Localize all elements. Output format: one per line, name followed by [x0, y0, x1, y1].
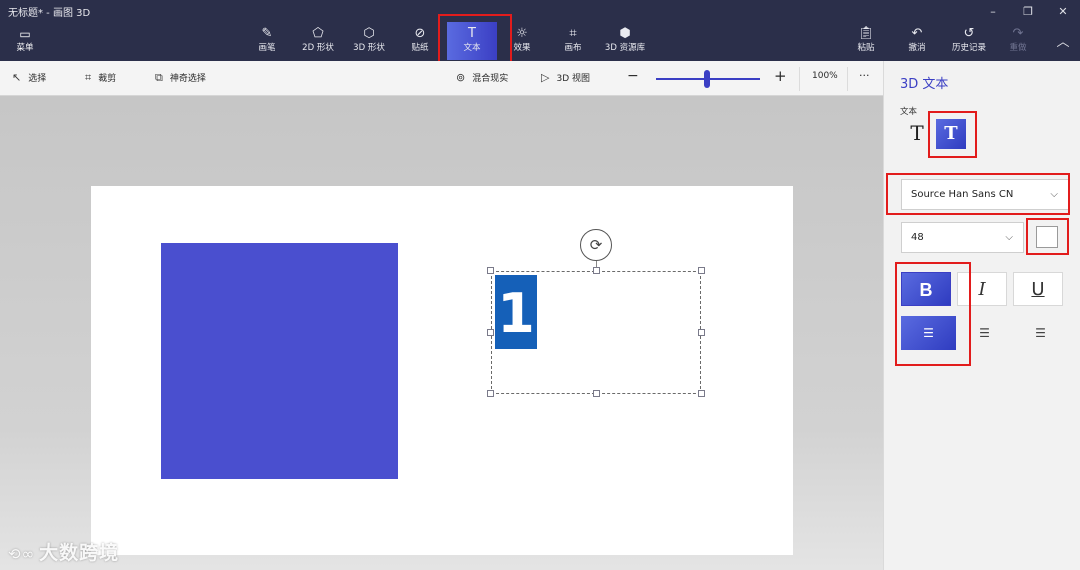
mixed-reality-icon: ⊚ [456, 71, 466, 84]
clipboard-icon: 📋︎ [857, 26, 875, 41]
resize-handle[interactable] [593, 390, 600, 397]
more-options-button[interactable]: ··· [859, 69, 870, 82]
library-icon: ⬢ [619, 26, 631, 41]
2d-text-button[interactable]: T [904, 121, 930, 151]
resize-handle[interactable] [487, 390, 494, 397]
highlight-3d-text-button [928, 111, 977, 158]
align-right-icon: ☰ [1035, 326, 1046, 340]
highlight-color-swatch [1026, 218, 1069, 255]
select-tool[interactable]: ↖ 选择 [12, 71, 46, 84]
magic-select-tool[interactable]: ⧉ 神奇选择 [155, 71, 206, 85]
zoom-in-button[interactable]: + [774, 67, 787, 85]
tool-3d-library[interactable]: ⬢ 3D 资源库 [600, 26, 650, 58]
resize-handle[interactable] [698, 267, 705, 274]
shapes-2d-icon: ⬠ [312, 26, 324, 41]
chevron-down-icon: ⌵ [1005, 232, 1013, 243]
tool-canvas[interactable]: ⌗ 画布 [551, 26, 595, 58]
zoom-out-button[interactable]: − [627, 68, 639, 84]
text-type-label: 文本 [900, 107, 918, 117]
resize-handle[interactable] [487, 329, 494, 336]
tool-2d-shapes[interactable]: ⬠ 2D 形状 [296, 26, 340, 58]
maximize-button[interactable]: ❐ [1013, 3, 1043, 21]
cube-icon: ⬡ [363, 26, 375, 41]
minimize-button[interactable]: – [978, 3, 1008, 21]
resize-handle[interactable] [698, 390, 705, 397]
collapse-ribbon-button[interactable]: ︿ [1048, 34, 1078, 52]
divider [847, 67, 848, 91]
paste-button[interactable]: 📋︎ 粘贴 [844, 26, 888, 58]
font-size-select[interactable]: 48 ⌵ [901, 222, 1024, 253]
view-3d-button[interactable]: ▷ 3D 视图 [541, 71, 590, 84]
zoom-slider-thumb[interactable] [704, 70, 710, 88]
zoom-level[interactable]: 100% [812, 71, 838, 81]
redo-button[interactable]: ↷ 重做 [996, 26, 1040, 58]
brush-icon: ✎ [261, 26, 273, 41]
magic-select-icon: ⧉ [155, 71, 163, 84]
mixed-reality-button[interactable]: ⊚ 混合现实 [456, 71, 508, 84]
redo-icon: ↷ [1012, 26, 1024, 41]
resize-handle[interactable] [698, 329, 705, 336]
text-block[interactable]: 1 [495, 275, 537, 349]
rotate-icon[interactable]: ⟳ [580, 229, 612, 261]
undo-button[interactable]: ↶ 撤消 [895, 26, 939, 58]
canvas[interactable]: ⟳ 1 [91, 186, 793, 555]
undo-icon: ↶ [911, 26, 923, 41]
blue-square-shape[interactable] [161, 243, 398, 479]
sticker-icon: ⊘ [414, 26, 426, 41]
align-right-button[interactable]: ☰ [1013, 316, 1068, 350]
underline-button[interactable]: U [1013, 272, 1063, 306]
menu-button[interactable]: ▭ 菜单 [6, 26, 44, 58]
toolbar: ↖ 选择 ⌗ 裁剪 ⧉ 神奇选择 ⊚ 混合现实 ▷ 3D 视图 − + 100% ··· [0, 61, 883, 96]
window-title: 无标题* - 画图 3D [8, 8, 91, 19]
crop-icon: ⌗ [85, 71, 92, 84]
logo-icon: ⟲∞ [8, 545, 36, 563]
crop-tool[interactable]: ⌗ 裁剪 [85, 71, 116, 85]
tool-brush[interactable]: ✎ 画笔 [245, 26, 289, 58]
history-icon: ↺ [963, 26, 975, 41]
highlight-bold-align [895, 262, 971, 366]
canvas-icon: ⌗ [569, 26, 577, 41]
cursor-icon: ↖ [12, 71, 22, 84]
divider [799, 67, 800, 91]
align-center-icon: ☰ [979, 326, 990, 340]
watermark: ⟲∞ 大数跨境 [8, 542, 120, 564]
view-3d-icon: ▷ [541, 71, 550, 84]
panel-title: 3D 文本 [900, 77, 949, 92]
close-button[interactable]: ✕ [1048, 3, 1078, 21]
resize-handle[interactable] [593, 267, 600, 274]
resize-handle[interactable] [487, 267, 494, 274]
highlight-font-select [886, 173, 1070, 215]
history-button[interactable]: ↺ 历史记录 [946, 26, 992, 58]
workspace: ⟳ 1 [0, 96, 883, 570]
tool-3d-shapes[interactable]: ⬡ 3D 形状 [347, 26, 391, 58]
title-bar: 无标题* - 画图 3D – ❐ ✕ ▭ 菜单 ✎ 画笔 ⬠ 2D 形状 ⬡ 3… [0, 0, 1080, 61]
tool-stickers[interactable]: ⊘ 贴纸 [398, 26, 442, 58]
folder-icon: ▭ [19, 27, 31, 41]
